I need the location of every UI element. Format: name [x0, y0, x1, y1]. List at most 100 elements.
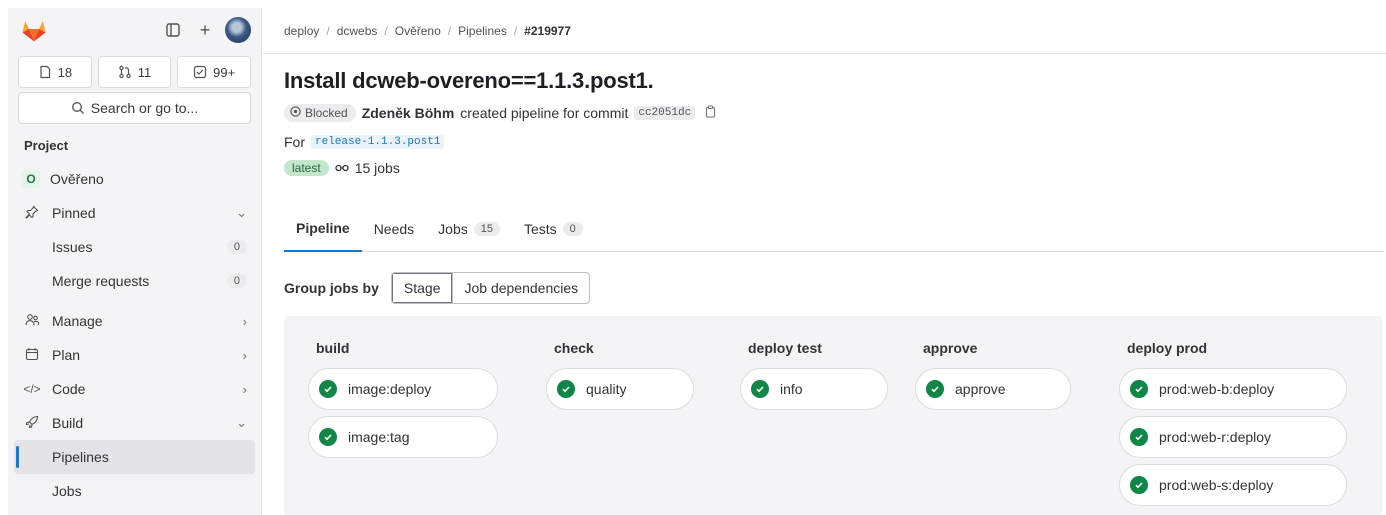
- group-by-dependencies-button[interactable]: Job dependencies: [452, 273, 589, 303]
- tab-pipeline[interactable]: Pipeline: [284, 206, 362, 252]
- job-name: image:deploy: [348, 381, 432, 397]
- job-card[interactable]: image:tag: [308, 416, 498, 458]
- stage-title: deploy test: [748, 340, 822, 356]
- sidebar-item-manage[interactable]: Manage ›: [8, 304, 261, 338]
- sidebar-item-label: Pinned: [52, 205, 96, 221]
- job-card[interactable]: quality: [546, 368, 694, 410]
- issues-count: 18: [57, 64, 73, 80]
- breadcrumb-separator: /: [513, 23, 518, 38]
- sidebar-item-label: Manage: [52, 313, 103, 329]
- job-card[interactable]: prod:web-r:deploy: [1119, 416, 1347, 458]
- job-name: quality: [586, 381, 627, 397]
- success-status-icon: [1130, 380, 1148, 398]
- success-status-icon: [319, 380, 337, 398]
- pipeline-graph: build image:deploy image:tag check quali…: [284, 316, 1382, 515]
- tab-jobs[interactable]: Jobs 15: [426, 206, 512, 252]
- sidebar-item-label: Pipelines: [52, 449, 109, 465]
- breadcrumb-link[interactable]: Pipelines: [458, 24, 507, 38]
- search-button[interactable]: Search or go to...: [18, 92, 251, 124]
- page-title: Install dcweb-overeno==1.1.3.post1.: [284, 68, 654, 93]
- chevron-down-icon: ⌄: [236, 415, 247, 430]
- avatar[interactable]: [225, 17, 251, 43]
- stage-title: deploy prod: [1127, 340, 1208, 356]
- todos-count: 99+: [213, 64, 236, 80]
- job-card[interactable]: image:deploy: [308, 368, 498, 410]
- code-icon: </>: [23, 382, 41, 396]
- success-status-icon: [751, 380, 769, 398]
- breadcrumb-link[interactable]: Ověřeno: [395, 24, 441, 38]
- breadcrumb-current[interactable]: #219977: [524, 24, 571, 38]
- job-card[interactable]: prod:web-b:deploy: [1119, 368, 1347, 410]
- job-name: approve: [955, 381, 1006, 397]
- people-icon: [22, 313, 42, 330]
- sidebar: + 18 11 99+ Search or go to... Project O…: [8, 8, 262, 515]
- plus-icon[interactable]: +: [193, 18, 217, 42]
- action-text: created pipeline for commit: [460, 105, 629, 121]
- job-card[interactable]: info: [740, 368, 888, 410]
- status-badge[interactable]: Blocked: [284, 104, 356, 122]
- section-title: Project: [24, 138, 69, 153]
- sidebar-item-project[interactable]: O Ověřeno: [8, 162, 261, 196]
- tab-tests[interactable]: Tests 0: [512, 206, 595, 252]
- breadcrumb-separator: /: [447, 23, 452, 38]
- job-name: image:tag: [348, 429, 410, 445]
- sidebar-item-label: Issues: [52, 239, 93, 255]
- merge-requests-count-button[interactable]: 11: [97, 56, 172, 88]
- branch-link[interactable]: release-1.1.3.post1: [311, 135, 445, 149]
- gear-icon: [290, 106, 301, 120]
- job-name: prod:web-r:deploy: [1159, 429, 1272, 445]
- issues-icon: [39, 65, 50, 79]
- collapse-sidebar-icon[interactable]: [161, 18, 185, 42]
- stage-deploy-test: deploy test info: [740, 340, 888, 410]
- gitlab-logo-icon[interactable]: [20, 16, 48, 44]
- rocket-icon: [22, 415, 42, 432]
- sidebar-item-label: Plan: [52, 347, 81, 363]
- sidebar-item-pinned[interactable]: Pinned ⌄: [8, 196, 261, 230]
- tab-label: Tests: [523, 221, 557, 237]
- sidebar-item-code[interactable]: </> Code ›: [8, 372, 261, 406]
- branch-line: For release-1.1.3.post1: [284, 134, 1386, 150]
- breadcrumb-link[interactable]: deploy: [284, 24, 319, 38]
- group-by-stage-button[interactable]: Stage: [391, 273, 453, 303]
- commit-sha[interactable]: cc2051dc: [634, 106, 696, 120]
- tab-count: 0: [562, 222, 583, 236]
- calendar-icon: [22, 347, 42, 364]
- group-by-control: Group jobs by Stage Job dependencies: [284, 272, 591, 304]
- todo-icon: [194, 65, 207, 79]
- job-name: prod:web-s:deploy: [1159, 477, 1274, 493]
- success-status-icon: [1130, 428, 1148, 446]
- tab-label: Needs: [373, 221, 415, 237]
- merge-requests-count: 11: [137, 64, 152, 80]
- group-by-label: Group jobs by: [284, 280, 379, 296]
- tab-needs[interactable]: Needs: [362, 206, 426, 252]
- author-link[interactable]: Zdeněk Böhm: [362, 105, 455, 121]
- pipeline-meta: Blocked Zdeněk Böhm created pipeline for…: [284, 104, 1386, 122]
- pipeline-icon: [335, 160, 349, 176]
- breadcrumb-link[interactable]: dcwebs: [337, 24, 378, 38]
- sidebar-item-label: Merge requests: [52, 273, 150, 289]
- job-card[interactable]: prod:web-s:deploy: [1119, 464, 1347, 506]
- pipeline-tabs: Pipeline Needs Jobs 15 Tests 0: [284, 206, 1384, 252]
- sidebar-item-issues[interactable]: Issues 0: [8, 230, 261, 264]
- project-avatar: O: [22, 170, 40, 188]
- status-label: Blocked: [305, 106, 348, 120]
- chevron-right-icon: ›: [242, 381, 247, 397]
- todos-count-button[interactable]: 99+: [177, 56, 252, 88]
- sidebar-item-pipelines[interactable]: Pipelines: [14, 440, 255, 474]
- sidebar-item-jobs[interactable]: Jobs: [8, 474, 261, 508]
- search-icon: [71, 102, 84, 115]
- sidebar-item-build[interactable]: Build ⌄: [8, 406, 261, 440]
- tab-count: 15: [473, 222, 500, 236]
- issues-count-button[interactable]: 18: [18, 56, 92, 88]
- copy-icon[interactable]: [705, 105, 717, 121]
- pin-icon: [22, 204, 42, 222]
- success-status-icon: [319, 428, 337, 446]
- merge-request-icon: [119, 65, 131, 79]
- jobs-count: 15 jobs: [354, 160, 400, 176]
- sidebar-item-plan[interactable]: Plan ›: [8, 338, 261, 372]
- project-name: Ověřeno: [50, 171, 104, 187]
- stage-title: build: [316, 340, 350, 356]
- pipeline-badges: latest 15 jobs: [284, 160, 1386, 176]
- sidebar-item-merge-requests[interactable]: Merge requests 0: [8, 264, 261, 298]
- job-card[interactable]: approve: [915, 368, 1071, 410]
